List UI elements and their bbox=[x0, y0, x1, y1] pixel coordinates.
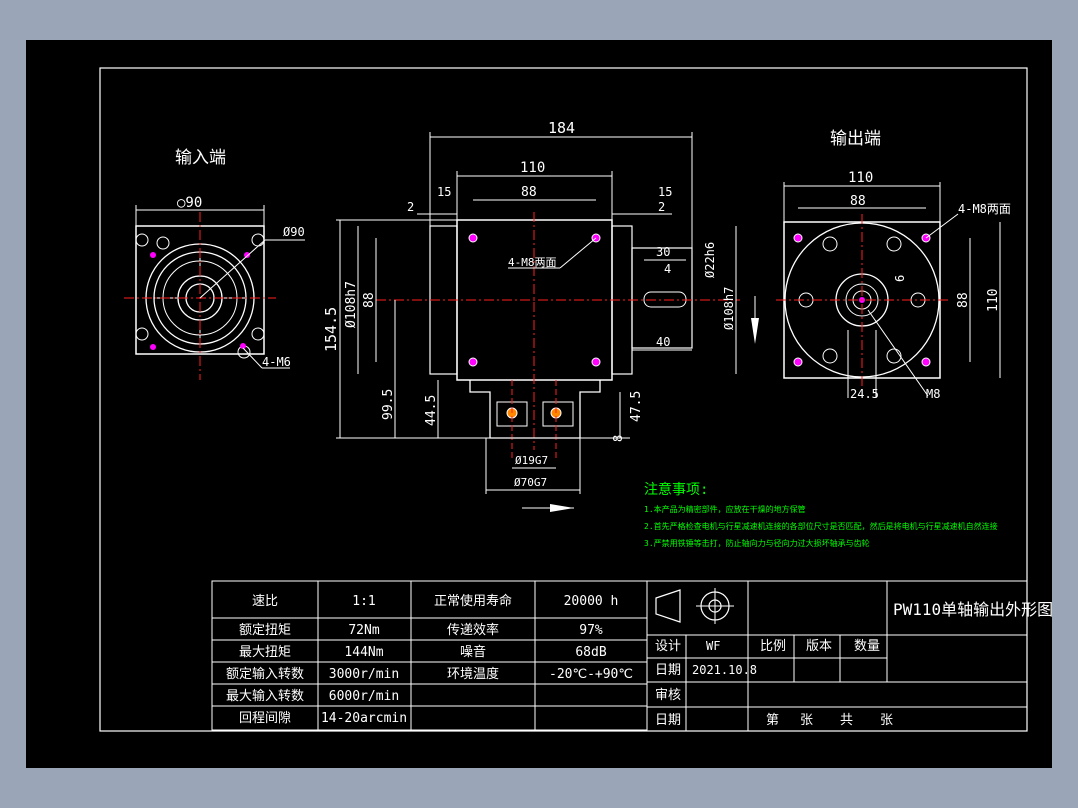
spec-cell: 144Nm bbox=[344, 645, 383, 660]
spec-cell: 97% bbox=[579, 623, 603, 638]
dim-out-4m8: 4-M8两面 bbox=[958, 202, 1011, 216]
dim-184: 184 bbox=[548, 119, 575, 137]
output-view: 输出端 110 88 4-M8两面 6 88 110 24.5 M8 bbox=[776, 129, 1011, 401]
dim-phi19: Ø19G7 bbox=[515, 454, 548, 467]
dim-99: 99.5 bbox=[381, 389, 396, 420]
dim-2b: 2 bbox=[658, 200, 665, 214]
spec-cell: 20000 h bbox=[564, 594, 619, 609]
input-view: 输入端 ○90 Ø90 4-M6 bbox=[124, 148, 305, 380]
dim-15b: 15 bbox=[658, 185, 672, 199]
spec-cell: 14-20arcmin bbox=[321, 711, 407, 726]
spec-cell: 额定扭矩 bbox=[239, 623, 291, 638]
spec-cell: 最大输入转数 bbox=[226, 688, 304, 704]
spec-cell: -20℃-+90℃ bbox=[549, 667, 633, 682]
drawing-title: PW110单轴输出外形图 bbox=[893, 600, 1052, 619]
dim-out-m8: M8 bbox=[926, 387, 940, 401]
date-label: 日期 bbox=[655, 663, 681, 678]
sheet-text: 共 bbox=[840, 713, 853, 728]
output-view-title: 输出端 bbox=[830, 129, 881, 149]
note-line: 3.严禁用铁锤等击打，防止轴向力与径向力过大损坏轴承与齿轮 bbox=[644, 538, 870, 548]
dim-out-110v: 110 bbox=[986, 289, 1001, 312]
note-line: 2.首先严格检查电机与行星减速机连接的各部位尺寸是否匹配，然后是将电机与行星减速… bbox=[644, 521, 998, 531]
spec-cell: 1:1 bbox=[352, 594, 375, 609]
note-line: 1.本产品为精密部件，应放在干燥的地方保管 bbox=[644, 504, 806, 514]
notes-title: 注意事项: bbox=[644, 481, 708, 498]
dim-44: 44.5 bbox=[424, 395, 439, 426]
spec-cell: 3000r/min bbox=[329, 667, 399, 682]
input-view-title: 输入端 bbox=[175, 148, 226, 168]
date2-label: 日期 bbox=[655, 713, 681, 728]
dim-2a: 2 bbox=[407, 200, 414, 214]
version-label: 版本 bbox=[806, 639, 832, 654]
sheet-text: 第 bbox=[766, 713, 779, 728]
dim-15a: 15 bbox=[437, 185, 451, 199]
spec-cell: 回程间隙 bbox=[239, 711, 291, 726]
qty-label: 数量 bbox=[854, 639, 880, 654]
input-hole-marker bbox=[150, 252, 156, 258]
dim-out-6: 6 bbox=[893, 275, 907, 282]
spec-cell: 68dB bbox=[575, 645, 606, 660]
drawing-canvas: 输入端 ○90 Ø90 4-M6 184 110 88 15 2 15 2 4-… bbox=[99, 67, 1053, 732]
dim-left-88: 88 bbox=[362, 292, 377, 308]
review-label: 审核 bbox=[655, 688, 681, 703]
dim-phi22: Ø22h6 bbox=[703, 242, 717, 278]
spec-cell: 传递效率 bbox=[447, 622, 499, 638]
dim-side-4m8: 4-M8两面 bbox=[508, 256, 557, 269]
dim-phi90: Ø90 bbox=[283, 225, 305, 239]
spec-cell: 最大扭矩 bbox=[239, 645, 291, 660]
output-shaft bbox=[631, 247, 693, 349]
spec-cell: 正常使用寿命 bbox=[434, 593, 512, 609]
dim-left-phi108: Ø108h7 bbox=[344, 281, 359, 328]
designer: WF bbox=[706, 639, 720, 653]
drawing-sheet: 输入端 ○90 Ø90 4-M6 184 110 88 15 2 15 2 4-… bbox=[26, 40, 1053, 768]
dim-110: 110 bbox=[520, 160, 545, 176]
dim-out-110: 110 bbox=[848, 170, 873, 186]
scale-label: 比例 bbox=[760, 639, 786, 654]
mount-foot bbox=[469, 380, 601, 439]
spec-cell: 6000r/min bbox=[329, 689, 399, 704]
dim-out-88: 88 bbox=[850, 194, 866, 209]
dim-154: 154.5 bbox=[322, 307, 340, 352]
side-view: 184 110 88 15 2 15 2 4-M8两面 30 4 Ø22h6 Ø… bbox=[322, 119, 759, 512]
dim-30: 30 bbox=[656, 245, 670, 259]
spec-cell: 环境温度 bbox=[447, 666, 499, 682]
notes: 注意事项: 1.本产品为精密部件，应放在干燥的地方保管 2.首先严格检查电机与行… bbox=[644, 481, 998, 548]
design-label: 设计 bbox=[655, 639, 681, 654]
dim-out-88v: 88 bbox=[956, 292, 971, 308]
dim-4m6: 4-M6 bbox=[262, 355, 291, 369]
spec-cell: 72Nm bbox=[348, 623, 379, 638]
dim-88: 88 bbox=[521, 185, 537, 200]
dim-8: 8 bbox=[611, 435, 625, 442]
dim-circ90: ○90 bbox=[177, 195, 202, 211]
dim-phi70: Ø70G7 bbox=[514, 476, 547, 489]
dim-out-24: 24.5 bbox=[850, 387, 879, 401]
spec-cell: 速比 bbox=[252, 594, 278, 609]
dim-40: 40 bbox=[656, 335, 670, 349]
dim-phi108b: Ø108h7 bbox=[722, 287, 736, 330]
spec-cell: 额定输入转数 bbox=[226, 666, 304, 682]
dim-47: 47.5 bbox=[629, 391, 644, 422]
sheet-text: 张 bbox=[800, 713, 813, 728]
spec-cell: 噪音 bbox=[460, 644, 486, 660]
sheet-text: 张 bbox=[880, 713, 893, 728]
date-value: 2021.10.8 bbox=[692, 663, 757, 677]
dim-4: 4 bbox=[664, 262, 671, 276]
